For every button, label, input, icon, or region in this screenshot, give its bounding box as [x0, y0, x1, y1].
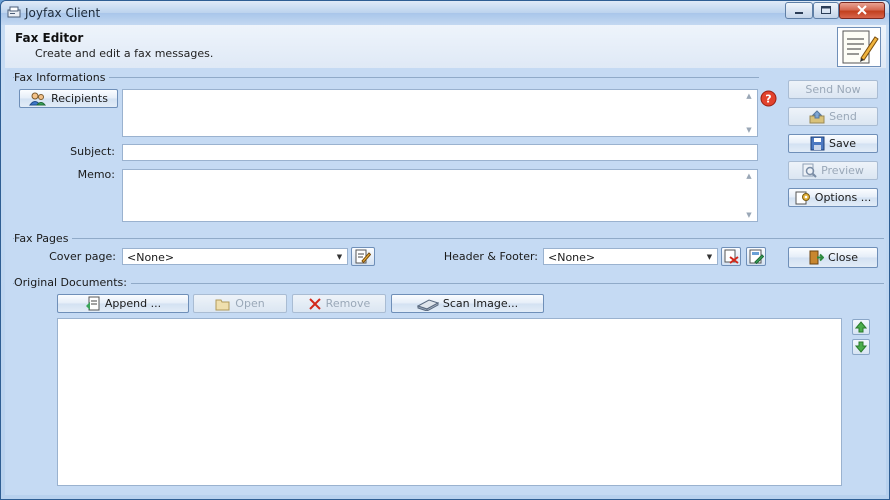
- fax-editor-window: Joyfax Client Fax Editor Create and edit…: [0, 0, 890, 500]
- close-label: Close: [828, 251, 858, 264]
- minimize-icon: [795, 12, 803, 14]
- options-button[interactable]: Options ...: [788, 188, 878, 207]
- documents-list[interactable]: [57, 318, 842, 486]
- original-docs-divider: [13, 283, 884, 284]
- remove-label: Remove: [325, 297, 371, 310]
- window-title: Joyfax Client: [25, 6, 101, 20]
- fax-info-group-label: Fax Informations: [14, 71, 110, 84]
- help-icon[interactable]: ?: [760, 90, 777, 107]
- open-folder-icon: [215, 299, 230, 310]
- header-footer-value: <None>: [548, 251, 596, 264]
- preview-label: Preview: [821, 164, 864, 177]
- page-subtitle: Create and edit a fax messages.: [35, 47, 214, 60]
- header-panel: Fax Editor Create and edit a fax message…: [5, 25, 886, 69]
- append-label: Append ...: [104, 297, 162, 310]
- chevron-down-icon: ▼: [336, 252, 343, 261]
- floppy-disk-icon: [810, 136, 825, 151]
- arrow-up-icon: [855, 321, 867, 333]
- scan-image-label: Scan Image...: [442, 297, 519, 310]
- close-window-button[interactable]: [839, 2, 885, 19]
- edit-cover-page-button[interactable]: [351, 247, 375, 266]
- append-button[interactable]: Append ...: [57, 294, 189, 313]
- options-label: Options ...: [814, 191, 872, 204]
- fax-machine-icon: [7, 6, 21, 18]
- fax-pages-group-label: Fax Pages: [14, 232, 73, 245]
- magnifier-icon: [802, 163, 817, 178]
- send-button[interactable]: Send: [788, 107, 878, 126]
- exit-door-icon: [809, 250, 825, 265]
- remove-button[interactable]: Remove: [292, 294, 386, 313]
- document-settings-icon: [749, 249, 764, 264]
- close-button[interactable]: Close: [788, 247, 878, 268]
- arrow-down-icon: [855, 341, 867, 353]
- scanner-icon: [416, 298, 439, 311]
- memo-scrollbar[interactable]: ▲ ▼: [743, 172, 755, 219]
- recipients-button[interactable]: Recipients: [19, 89, 118, 108]
- memo-label: Memo:: [77, 168, 115, 181]
- cover-page-label: Cover page:: [49, 250, 116, 263]
- move-down-button[interactable]: [852, 339, 870, 355]
- send-now-button[interactable]: Send Now: [788, 80, 878, 99]
- title-bar[interactable]: Joyfax Client: [1, 1, 889, 25]
- maximize-icon: [821, 6, 831, 14]
- delete-document-icon: [724, 249, 739, 264]
- scroll-up-icon: ▲: [746, 92, 752, 100]
- editor-content: Fax Informations Recipients ▲ ▼ ? Subjec…: [5, 68, 886, 495]
- scroll-down-icon: ▼: [746, 126, 752, 134]
- options-icon: [795, 191, 810, 205]
- subject-label: Subject:: [70, 145, 115, 158]
- people-icon: [29, 92, 47, 105]
- recipients-button-label: Recipients: [51, 92, 108, 105]
- scroll-down-icon: ▼: [746, 211, 752, 219]
- scan-image-button[interactable]: Scan Image...: [391, 294, 544, 313]
- subject-field[interactable]: [122, 144, 758, 161]
- minimize-button[interactable]: [785, 2, 813, 19]
- header-footer-label: Header & Footer:: [443, 250, 538, 263]
- document-pencil-icon: [837, 27, 881, 67]
- fax-pages-divider: [13, 238, 884, 239]
- page-title: Fax Editor: [15, 31, 84, 45]
- save-button[interactable]: Save: [788, 134, 878, 153]
- memo-field[interactable]: ▲ ▼: [122, 169, 758, 222]
- header-footer-select[interactable]: <None> ▼: [543, 248, 718, 265]
- scroll-up-icon: ▲: [746, 172, 752, 180]
- cover-page-select[interactable]: <None> ▼: [122, 248, 348, 265]
- send-label: Send: [829, 110, 857, 123]
- fax-info-divider: [13, 77, 759, 78]
- close-icon: [857, 5, 867, 15]
- recipients-field[interactable]: ▲ ▼: [122, 89, 758, 137]
- open-button[interactable]: Open: [193, 294, 287, 313]
- recipients-scrollbar[interactable]: ▲ ▼: [743, 92, 755, 134]
- remove-header-footer-button[interactable]: [721, 247, 741, 266]
- save-label: Save: [828, 137, 856, 150]
- append-document-icon: [85, 296, 100, 311]
- open-label: Open: [235, 297, 265, 310]
- maximize-button[interactable]: [813, 2, 839, 19]
- preview-button[interactable]: Preview: [788, 161, 878, 180]
- remove-x-icon: [308, 297, 321, 310]
- chevron-down-icon: ▼: [706, 252, 713, 261]
- edit-header-footer-button[interactable]: [746, 247, 766, 266]
- send-now-label: Send Now: [805, 83, 861, 96]
- send-icon: [809, 109, 825, 123]
- svg-text:?: ?: [765, 93, 771, 106]
- move-up-button[interactable]: [852, 319, 870, 335]
- original-docs-group-label: Original Documents:: [14, 276, 131, 289]
- cover-page-value: <None>: [127, 251, 175, 264]
- edit-document-icon: [355, 249, 371, 264]
